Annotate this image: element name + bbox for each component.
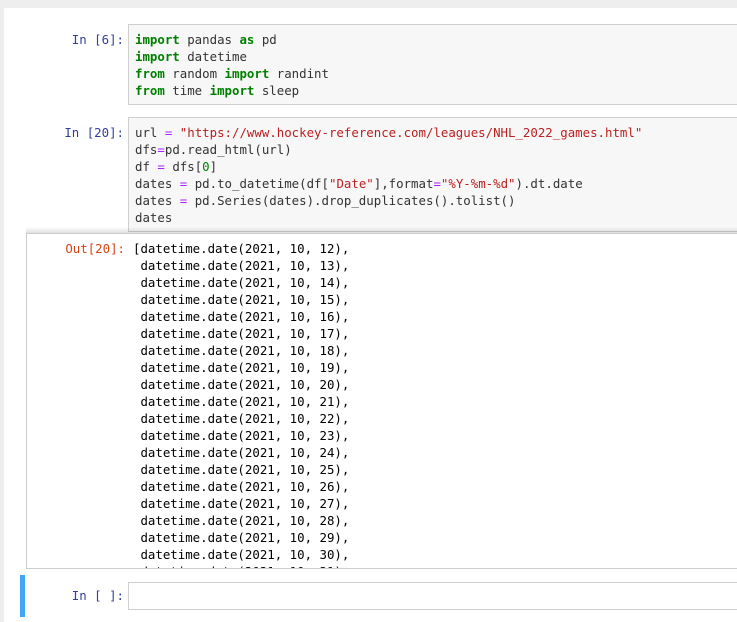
cell-1-prompt: In [6]:	[71, 32, 124, 47]
output-line: datetime.date(2021, 10, 15),	[133, 292, 350, 307]
code-line: import datetime	[135, 48, 731, 65]
code-token: =	[157, 159, 165, 174]
code-token: ).dt.date	[515, 176, 583, 191]
code-token: from	[135, 66, 165, 81]
output-line: datetime.date(2021, 10, 28),	[133, 513, 350, 528]
code-token: url	[135, 125, 165, 140]
code-token: =	[157, 142, 165, 157]
code-token: import	[135, 49, 180, 64]
code-token: pandas	[179, 32, 240, 47]
code-line: dfs=pd.read_html(url)	[135, 141, 731, 158]
output-line: datetime.date(2021, 10, 18),	[133, 343, 350, 358]
output-line: datetime.date(2021, 10, 30),	[133, 547, 350, 562]
output-line: datetime.date(2021, 10, 17),	[133, 326, 350, 341]
code-token: pd.read_html(url)	[164, 142, 292, 157]
output-line: [datetime.date(2021, 10, 12),	[133, 241, 350, 256]
output-line: datetime.date(2021, 10, 24),	[133, 445, 350, 460]
code-token: dates	[135, 176, 180, 191]
notebook-left-edge	[0, 0, 4, 622]
code-token: ]	[209, 159, 218, 174]
code-token: random	[164, 66, 225, 81]
code-token: sleep	[254, 83, 300, 98]
output-line: datetime.date(2021, 10, 25),	[133, 462, 350, 477]
code-token: dfs	[135, 142, 158, 157]
cell-3-prompt: In [ ]:	[71, 588, 124, 603]
code-line: dates = pd.to_datetime(df["Date"],format…	[135, 175, 731, 192]
cell-2-output-area[interactable]: Out[20]: [datetime.date(2021, 10, 12), d…	[26, 233, 737, 569]
code-token: import	[209, 83, 255, 98]
code-line: from random import randint	[135, 65, 731, 82]
notebook-top-edge	[0, 0, 737, 8]
code-line: url = "https://www.hockey-reference.com/…	[135, 124, 731, 141]
code-token: df	[135, 159, 158, 174]
code-token: ],format	[373, 176, 434, 191]
code-token: time	[164, 83, 210, 98]
cell-2-output-prompt: Out[20]:	[65, 241, 125, 256]
cell-2-prompt: In [20]:	[64, 125, 124, 140]
code-token: import	[135, 32, 180, 47]
output-line: datetime.date(2021, 10, 21),	[133, 394, 350, 409]
output-line: datetime.date(2021, 10, 22),	[133, 411, 350, 426]
output-line: datetime.date(2021, 10, 19),	[133, 360, 350, 375]
cell-1-code-input[interactable]: import pandas as pd import datetime from r…	[128, 24, 737, 105]
code-token: "Date"	[328, 176, 374, 191]
output-line: datetime.date(2021, 10, 13),	[133, 258, 350, 273]
code-token: pd.Series(dates).drop_duplicates().tolis…	[187, 193, 516, 208]
output-line: datetime.date(2021, 10, 31),	[133, 563, 349, 568]
code-token: "https://www.hockey-reference.com/league…	[179, 125, 643, 140]
code-token: pd	[254, 32, 277, 47]
cell-2-code-input[interactable]: url = "https://www.hockey-reference.com/…	[128, 117, 737, 232]
code-token: datetime	[179, 49, 247, 64]
output-line: datetime.date(2021, 10, 29),	[133, 530, 350, 545]
code-token: dates	[135, 210, 173, 225]
code-line: from time import sleep	[135, 82, 731, 99]
code-token: dfs[	[164, 159, 203, 174]
output-line: datetime.date(2021, 10, 14),	[133, 275, 350, 290]
output-line: datetime.date(2021, 10, 27),	[133, 496, 350, 511]
code-token: "%Y-%m-%d"	[440, 176, 516, 191]
code-line: df = dfs[0]	[135, 158, 731, 175]
output-line: datetime.date(2021, 10, 23),	[133, 428, 350, 443]
code-token: dates	[135, 193, 180, 208]
code-line: import pandas as pd	[135, 31, 731, 48]
output-line: datetime.date(2021, 10, 20),	[133, 377, 350, 392]
code-token: pd.to_datetime(df[	[187, 176, 329, 191]
code-line: dates = pd.Series(dates).drop_duplicates…	[135, 192, 731, 209]
output-line: datetime.date(2021, 10, 16),	[133, 309, 350, 324]
code-token: as	[239, 32, 255, 47]
code-token: import	[224, 66, 270, 81]
code-token: =	[433, 176, 441, 191]
cell-3-code-input[interactable]	[128, 582, 737, 610]
code-token: 0	[202, 159, 210, 174]
code-token: randint	[269, 66, 329, 81]
code-line: dates	[135, 209, 731, 226]
output-line: datetime.date(2021, 10, 26),	[133, 479, 350, 494]
code-token: from	[135, 83, 165, 98]
cell-2-output-text: [datetime.date(2021, 10, 12), datetime.d…	[133, 240, 350, 568]
